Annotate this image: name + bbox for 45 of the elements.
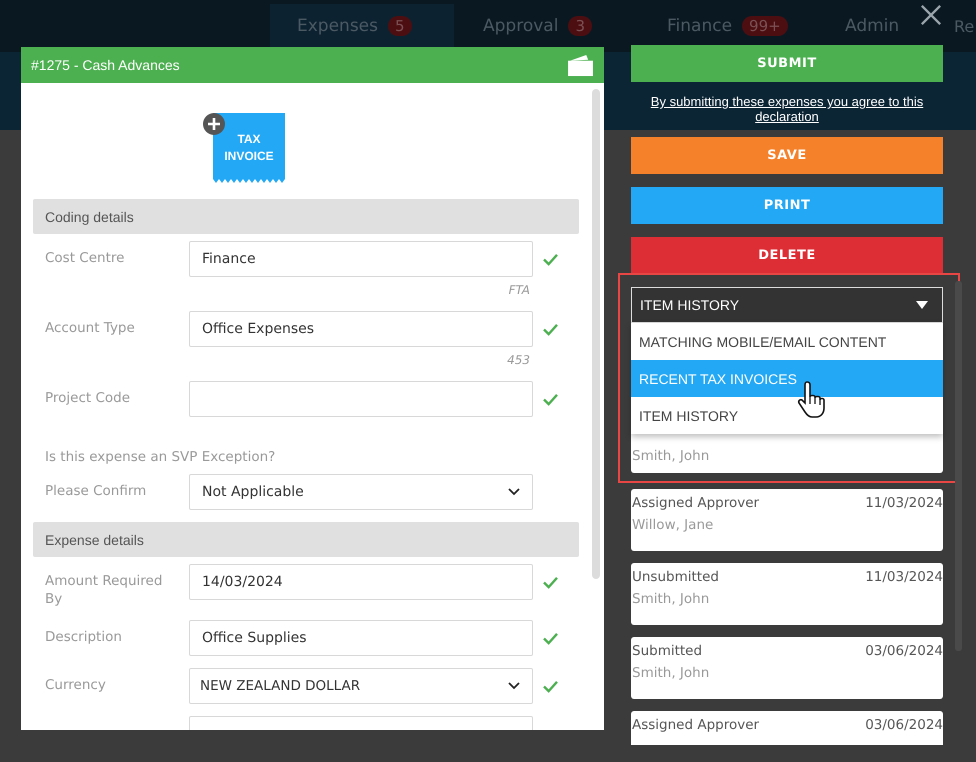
nav-tab[interactable]: Admin <box>818 4 908 48</box>
dropdown-option[interactable]: MATCHING MOBILE/EMAIL CONTENT <box>631 323 943 360</box>
section-header: Coding details <box>33 199 579 234</box>
field-label: Amount Required By <box>45 572 164 608</box>
tax-invoice-thumbnail[interactable]: TAX INVOICE <box>213 113 285 183</box>
history-person: Smith, John <box>632 448 710 464</box>
nav-tab[interactable]: Finance 99+ <box>640 4 818 48</box>
input-field[interactable]: Office Supplies <box>189 620 533 656</box>
action-button[interactable]: SAVE <box>631 137 943 174</box>
dropdown-option[interactable]: ITEM HISTORY <box>631 397 943 434</box>
history-person: Smith, John <box>632 591 710 607</box>
history-status: Submitted <box>632 643 702 659</box>
history-date: 03/06/2024 <box>865 717 943 733</box>
history-date: 11/03/2024 <box>865 569 943 585</box>
history-person: Smith, John <box>632 665 710 681</box>
action-button[interactable]: DELETE <box>631 237 943 274</box>
input-field[interactable]: 14/03/2024 <box>189 564 533 600</box>
select-field[interactable]: NEW ZEALAND DOLLAR <box>189 668 533 704</box>
dropdown-option[interactable]: RECENT TAX INVOICES <box>631 360 943 397</box>
dialog-title: #1275 - Cash Advances <box>31 57 180 73</box>
history-status: Assigned Approver <box>632 495 760 511</box>
history-status: Unsubmitted <box>632 569 719 585</box>
field-label: Cost Centre <box>45 249 126 267</box>
action-button[interactable]: SUBMIT <box>631 45 943 82</box>
section-header: Expense details <box>33 522 579 557</box>
input-field[interactable]: Finance <box>189 241 533 277</box>
field-label: Account Type <box>45 319 136 337</box>
field-label: Project Code <box>45 389 132 407</box>
nav-tab[interactable]: Approval 3 <box>454 4 640 48</box>
field-label: Please Confirm <box>45 482 148 500</box>
select-field[interactable]: Not Applicable <box>189 474 533 510</box>
history-person: Willow, Jane <box>632 517 714 533</box>
history-date: 11/03/2024 <box>865 495 943 511</box>
question-label: Is this expense an SVP Exception? <box>44 448 276 467</box>
field-label: Description <box>45 628 123 646</box>
input-field[interactable]: Office Expenses <box>189 311 533 347</box>
action-button[interactable]: PRINT <box>631 187 943 224</box>
history-dropdown[interactable]: ITEM HISTORY <box>631 287 943 323</box>
field-hint: FTA <box>508 282 531 299</box>
field-label: Currency <box>45 676 107 694</box>
nav-tab[interactable]: Re <box>944 4 974 48</box>
declaration-link[interactable]: By submitting these expenses you agree to this declaration <box>631 94 943 124</box>
history-date: 03/06/2024 <box>865 643 943 659</box>
field-hint: 453 <box>506 352 531 369</box>
history-status: Assigned Approver <box>632 717 760 733</box>
